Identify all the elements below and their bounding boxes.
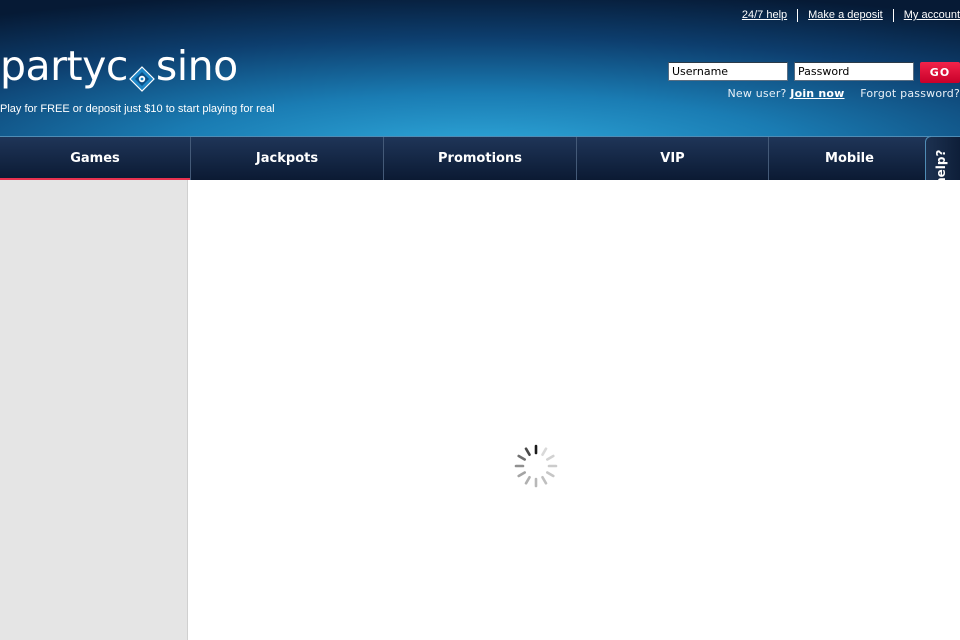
my-account-link[interactable]: My account [894,8,960,22]
tab-games[interactable]: Games [0,137,191,181]
logo-text-right: sino [155,42,238,90]
password-input[interactable] [794,62,914,81]
tab-promotions[interactable]: Promotions [384,137,577,180]
user-links: New user? Join now Forgot password? [727,87,960,100]
make-deposit-link[interactable]: Make a deposit [798,8,893,22]
go-button[interactable]: GO [920,62,960,83]
tab-vip[interactable]: VIP [577,137,769,180]
tagline: Play for FREE or deposit just $10 to sta… [0,103,275,115]
loading-spinner-icon [514,444,558,488]
main-nav: Games Jackpots Promotions VIP Mobile [0,136,930,181]
casino-chip-icon [129,54,155,92]
partycasino-logo[interactable]: partyc sino [0,40,238,92]
tab-mobile[interactable]: Mobile [769,137,930,180]
site-header: 24/7 help Make a deposit My account part… [0,0,960,136]
left-sidebar [0,180,188,640]
new-user-label: New user? [727,87,787,100]
username-input[interactable] [668,62,788,81]
tab-jackpots[interactable]: Jackpots [191,137,384,180]
main-content [188,180,960,640]
logo-text-left: partyc [0,42,128,90]
login-form: GO [668,62,960,83]
forgot-password-link[interactable]: Forgot password? [860,87,960,100]
top-links: 24/7 help Make a deposit My account [732,8,960,22]
help-link[interactable]: 24/7 help [732,8,797,22]
join-now-link[interactable]: Join now [790,87,844,100]
